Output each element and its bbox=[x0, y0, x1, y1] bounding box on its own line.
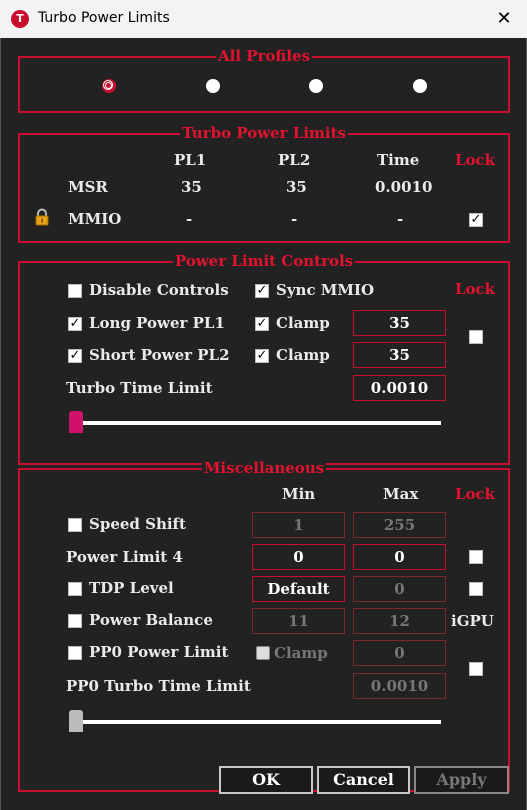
miscellaneous-group: Miscellaneous Min Max Lock Speed Shift 1… bbox=[18, 459, 510, 792]
max-header: Max bbox=[383, 485, 419, 503]
lock-header: Lock bbox=[455, 151, 496, 169]
short-power-clamp-label: Clamp bbox=[276, 346, 330, 364]
window-title: Turbo Power Limits bbox=[38, 10, 170, 26]
msr-label: MSR bbox=[68, 178, 108, 196]
miscellaneous-title: Miscellaneous bbox=[201, 459, 327, 477]
sync-mmio-checkbox[interactable]: ✓ bbox=[255, 284, 269, 298]
mmio-pl1-value: - bbox=[186, 210, 193, 228]
turbo-time-slider-track[interactable] bbox=[70, 421, 441, 425]
long-power-input[interactable]: 35 bbox=[353, 310, 446, 336]
igpu-label: iGPU bbox=[451, 612, 494, 630]
speed-shift-label: Speed Shift bbox=[89, 515, 186, 533]
ok-button[interactable]: OK bbox=[219, 766, 313, 794]
misc-lock-header: Lock bbox=[455, 485, 496, 503]
pp0-power-limit-checkbox[interactable] bbox=[68, 646, 82, 660]
pp0-time-slider-thumb[interactable] bbox=[69, 710, 83, 732]
time-header: Time bbox=[377, 151, 420, 169]
power-balance-label: Power Balance bbox=[89, 611, 213, 629]
pp0-lock-checkbox[interactable] bbox=[469, 662, 483, 676]
plc-lock-checkbox[interactable] bbox=[469, 330, 483, 344]
lock-icon bbox=[35, 208, 49, 226]
dialog-body: All Profiles Turbo Power Limits PL1 PL2 … bbox=[0, 38, 527, 810]
mmio-label: MMIO bbox=[68, 210, 122, 228]
all-profiles-title: All Profiles bbox=[215, 47, 313, 65]
profile-radio-3[interactable] bbox=[309, 79, 323, 93]
profile-radio-1[interactable] bbox=[102, 79, 116, 93]
pp0-turbo-time-limit-input[interactable]: 0.0010 bbox=[353, 673, 446, 699]
close-button[interactable]: ✕ bbox=[481, 0, 527, 38]
tdp-level-lock-checkbox[interactable] bbox=[469, 582, 483, 596]
profile-radio-4[interactable] bbox=[413, 79, 427, 93]
speed-shift-checkbox[interactable] bbox=[68, 518, 82, 532]
speed-shift-max-input[interactable]: 255 bbox=[353, 512, 446, 538]
short-power-clamp-checkbox[interactable]: ✓ bbox=[255, 349, 269, 363]
power-balance-max-input[interactable]: 12 bbox=[353, 608, 446, 634]
power-balance-checkbox[interactable] bbox=[68, 614, 82, 628]
pp0-power-limit-label: PP0 Power Limit bbox=[89, 643, 229, 661]
turbo-power-limits-group: Turbo Power Limits PL1 PL2 Time Lock MSR… bbox=[18, 124, 510, 243]
long-power-clamp-label: Clamp bbox=[276, 314, 330, 332]
pl1-header: PL1 bbox=[174, 151, 207, 169]
mmio-lock-checkbox[interactable]: ✓ bbox=[469, 213, 483, 227]
power-limit-4-min-input[interactable]: 0 bbox=[252, 544, 345, 570]
title-bar: T Turbo Power Limits ✕ bbox=[0, 0, 527, 38]
plc-lock-header: Lock bbox=[455, 280, 496, 298]
msr-pl2-value: 35 bbox=[286, 178, 307, 196]
disable-controls-checkbox[interactable] bbox=[68, 284, 82, 298]
dialog-window: T Turbo Power Limits ✕ All Profiles Turb… bbox=[0, 0, 527, 810]
pp0-time-slider-track[interactable] bbox=[70, 720, 441, 724]
mmio-pl2-value: - bbox=[291, 210, 298, 228]
tdp-level-checkbox[interactable] bbox=[68, 582, 82, 596]
power-limit-4-label: Power Limit 4 bbox=[66, 548, 183, 566]
power-limit-4-max-input[interactable]: 0 bbox=[353, 544, 446, 570]
speed-shift-min-input[interactable]: 1 bbox=[252, 512, 345, 538]
long-power-clamp-checkbox[interactable]: ✓ bbox=[255, 317, 269, 331]
tdp-level-max-input[interactable]: 0 bbox=[353, 576, 446, 602]
power-limit-controls-title: Power Limit Controls bbox=[172, 252, 356, 270]
power-balance-min-input[interactable]: 11 bbox=[252, 608, 345, 634]
pl2-header: PL2 bbox=[278, 151, 311, 169]
turbo-time-limit-input[interactable]: 0.0010 bbox=[353, 375, 446, 401]
long-power-checkbox[interactable]: ✓ bbox=[68, 317, 82, 331]
turbo-time-slider-thumb[interactable] bbox=[69, 411, 83, 433]
power-limit-4-lock-checkbox[interactable] bbox=[469, 550, 483, 564]
profile-radio-2[interactable] bbox=[206, 79, 220, 93]
sync-mmio-label: Sync MMIO bbox=[276, 281, 375, 299]
disable-controls-label: Disable Controls bbox=[89, 281, 229, 299]
all-profiles-group: All Profiles bbox=[18, 47, 510, 113]
turbo-time-limit-label: Turbo Time Limit bbox=[66, 379, 213, 397]
msr-time-value: 0.0010 bbox=[375, 178, 433, 196]
pp0-clamp-label: Clamp bbox=[274, 644, 328, 662]
min-header: Min bbox=[282, 485, 316, 503]
cancel-button[interactable]: Cancel bbox=[317, 766, 410, 794]
short-power-input[interactable]: 35 bbox=[353, 342, 446, 368]
turbo-power-limits-title: Turbo Power Limits bbox=[180, 124, 348, 142]
app-logo-icon: T bbox=[11, 10, 29, 28]
msr-pl1-value: 35 bbox=[181, 178, 202, 196]
long-power-label: Long Power PL1 bbox=[89, 314, 225, 332]
tdp-level-label: TDP Level bbox=[89, 579, 174, 597]
power-limit-controls-group: Power Limit Controls Disable Controls ✓ … bbox=[18, 252, 510, 465]
short-power-label: Short Power PL2 bbox=[89, 346, 230, 364]
pp0-turbo-time-limit-label: PP0 Turbo Time Limit bbox=[66, 677, 251, 695]
pp0-power-limit-input[interactable]: 0 bbox=[353, 640, 446, 666]
apply-button[interactable]: Apply bbox=[414, 766, 509, 794]
short-power-checkbox[interactable]: ✓ bbox=[68, 349, 82, 363]
pp0-clamp-checkbox[interactable] bbox=[256, 646, 270, 660]
mmio-time-value: - bbox=[397, 210, 404, 228]
tdp-level-min-input[interactable]: Default bbox=[252, 576, 345, 602]
